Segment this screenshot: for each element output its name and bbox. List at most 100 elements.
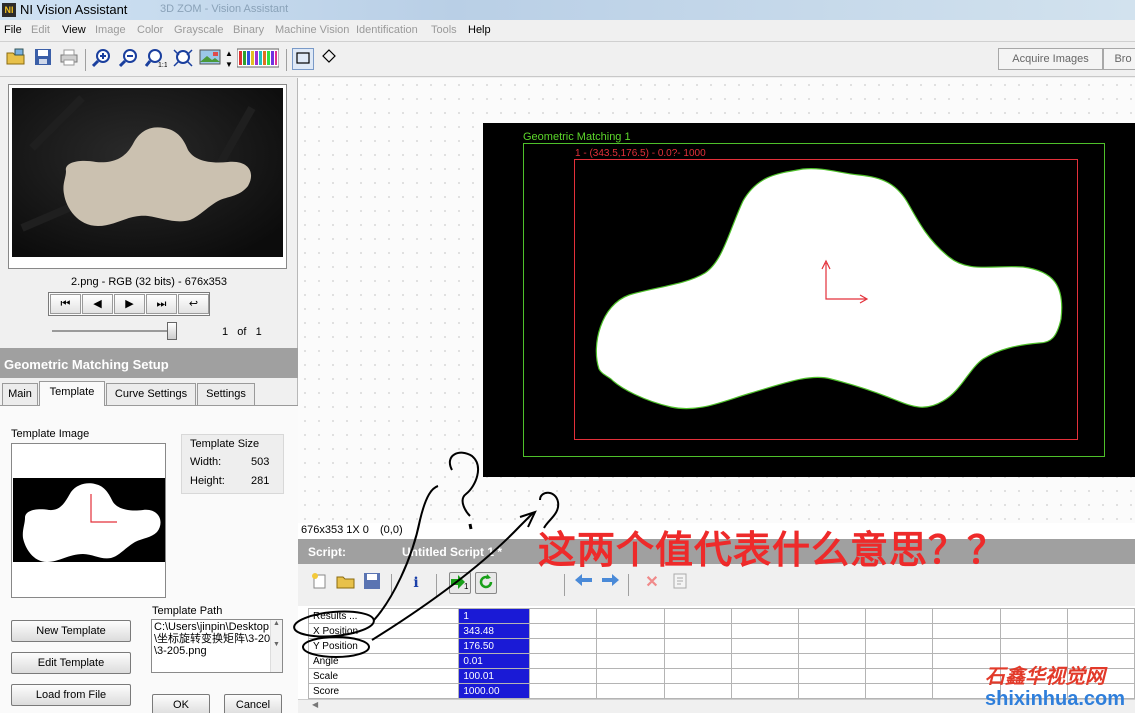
open-script-icon[interactable] (335, 572, 357, 594)
menu-edit[interactable]: Edit (31, 24, 50, 36)
open-image-icon[interactable] (5, 48, 27, 70)
tab-settings[interactable]: Settings (197, 383, 255, 405)
result-empty-cell[interactable] (999, 638, 1068, 654)
result-empty-cell[interactable] (999, 608, 1068, 624)
load-from-file-button[interactable]: Load from File (11, 684, 131, 706)
result-empty-cell[interactable] (529, 623, 598, 639)
result-value[interactable]: 0.01 (458, 653, 531, 669)
result-empty-cell[interactable] (529, 668, 598, 684)
result-empty-cell[interactable] (1066, 608, 1135, 624)
result-empty-cell[interactable] (529, 608, 598, 624)
menu-file[interactable]: File (4, 24, 22, 36)
image-browser-icon[interactable] (199, 48, 221, 70)
menu-machine-vision[interactable]: Machine Vision (275, 24, 349, 36)
tab-browse[interactable]: Bro (1103, 48, 1135, 70)
result-empty-cell[interactable] (1066, 623, 1135, 639)
result-empty-cell[interactable] (730, 683, 799, 699)
zoom-1to1-icon[interactable]: 1:1 (144, 48, 168, 70)
result-empty-cell[interactable] (730, 668, 799, 684)
first-image-button[interactable]: ⏮ (50, 294, 81, 314)
result-empty-cell[interactable] (596, 638, 665, 654)
image-slider-thumb[interactable] (167, 322, 177, 340)
result-empty-cell[interactable] (596, 623, 665, 639)
result-empty-cell[interactable] (730, 623, 799, 639)
last-image-button[interactable]: ⏭ (146, 294, 177, 314)
print-icon[interactable] (58, 48, 80, 70)
image-viewer[interactable]: Geometric Matching 1 1 - (343.5,176.5) -… (483, 123, 1135, 477)
result-row[interactable]: Y Position 176.50 (307, 638, 1135, 654)
tab-main[interactable]: Main (2, 383, 38, 405)
rectangle-tool-icon[interactable] (292, 48, 314, 70)
result-value[interactable]: 1 (458, 608, 531, 624)
image-thumbnail[interactable] (12, 88, 283, 257)
new-template-button[interactable]: New Template (11, 620, 131, 642)
scroll-left-icon[interactable]: ◀ (312, 700, 318, 709)
template-path-scrollbar[interactable]: ▲ ▼ (270, 620, 282, 672)
run-loop-icon[interactable] (475, 572, 497, 594)
tab-acquire-images[interactable]: Acquire Images (998, 48, 1103, 70)
menu-tools[interactable]: Tools (431, 24, 457, 36)
result-empty-cell[interactable] (865, 623, 934, 639)
result-empty-cell[interactable] (865, 683, 934, 699)
result-empty-cell[interactable] (1066, 638, 1135, 654)
result-empty-cell[interactable] (730, 638, 799, 654)
menu-help[interactable]: Help (468, 24, 491, 36)
next-image-button[interactable]: ▶ (114, 294, 145, 314)
result-empty-cell[interactable] (932, 608, 1001, 624)
result-empty-cell[interactable] (663, 623, 732, 639)
menu-image[interactable]: Image (95, 24, 126, 36)
rotated-rect-tool-icon[interactable] (318, 48, 340, 70)
result-empty-cell[interactable] (663, 668, 732, 684)
zoom-in-icon[interactable] (91, 48, 113, 70)
result-empty-cell[interactable] (932, 638, 1001, 654)
menu-grayscale[interactable]: Grayscale (174, 24, 224, 36)
image-canvas[interactable]: Geometric Matching 1 1 - (343.5,176.5) -… (298, 78, 1135, 523)
result-empty-cell[interactable] (865, 668, 934, 684)
result-empty-cell[interactable] (730, 608, 799, 624)
new-script-icon[interactable] (309, 572, 331, 594)
result-empty-cell[interactable] (663, 683, 732, 699)
result-empty-cell[interactable] (663, 608, 732, 624)
result-empty-cell[interactable] (797, 683, 867, 699)
result-empty-cell[interactable] (596, 608, 665, 624)
result-row[interactable]: X Position 343.48 (307, 623, 1135, 639)
result-empty-cell[interactable] (596, 653, 665, 669)
tab-template[interactable]: Template (39, 381, 105, 406)
template-path-field[interactable]: C:\Users\jinpin\Desktop\坐标旋转变换矩阵\3-201\3… (151, 619, 283, 673)
result-empty-cell[interactable] (865, 638, 934, 654)
result-value[interactable]: 1000.00 (458, 683, 531, 699)
result-empty-cell[interactable] (865, 653, 934, 669)
result-empty-cell[interactable] (529, 683, 598, 699)
result-empty-cell[interactable] (663, 653, 732, 669)
edit-template-button[interactable]: Edit Template (11, 652, 131, 674)
result-empty-cell[interactable] (797, 638, 867, 654)
zoom-fit-icon[interactable] (172, 48, 194, 70)
result-empty-cell[interactable] (797, 623, 867, 639)
result-value[interactable]: 343.48 (458, 623, 531, 639)
result-empty-cell[interactable] (596, 668, 665, 684)
result-value[interactable]: 100.01 (458, 668, 531, 684)
save-image-icon[interactable] (32, 48, 54, 70)
result-empty-cell[interactable] (529, 638, 598, 654)
menu-color[interactable]: Color (137, 24, 163, 36)
return-image-button[interactable]: ↩ (178, 294, 209, 314)
run-step-icon[interactable]: 1 (449, 572, 471, 594)
result-empty-cell[interactable] (797, 653, 867, 669)
result-empty-cell[interactable] (529, 653, 598, 669)
ok-button[interactable]: OK (152, 694, 210, 713)
result-empty-cell[interactable] (999, 623, 1068, 639)
previous-image-button[interactable]: ◀ (82, 294, 113, 314)
result-empty-cell[interactable] (932, 623, 1001, 639)
result-empty-cell[interactable] (797, 668, 867, 684)
info-icon[interactable]: i (405, 572, 427, 594)
cancel-button[interactable]: Cancel (224, 694, 282, 713)
tab-curve-settings[interactable]: Curve Settings (106, 383, 196, 405)
result-row[interactable]: Results ... 1 (307, 608, 1135, 624)
menu-identification[interactable]: Identification (356, 24, 418, 36)
menu-view[interactable]: View (62, 24, 86, 36)
result-empty-cell[interactable] (730, 653, 799, 669)
zoom-out-icon[interactable] (118, 48, 140, 70)
save-script-icon[interactable] (361, 572, 383, 594)
menu-binary[interactable]: Binary (233, 24, 264, 36)
result-value[interactable]: 176.50 (458, 638, 531, 654)
